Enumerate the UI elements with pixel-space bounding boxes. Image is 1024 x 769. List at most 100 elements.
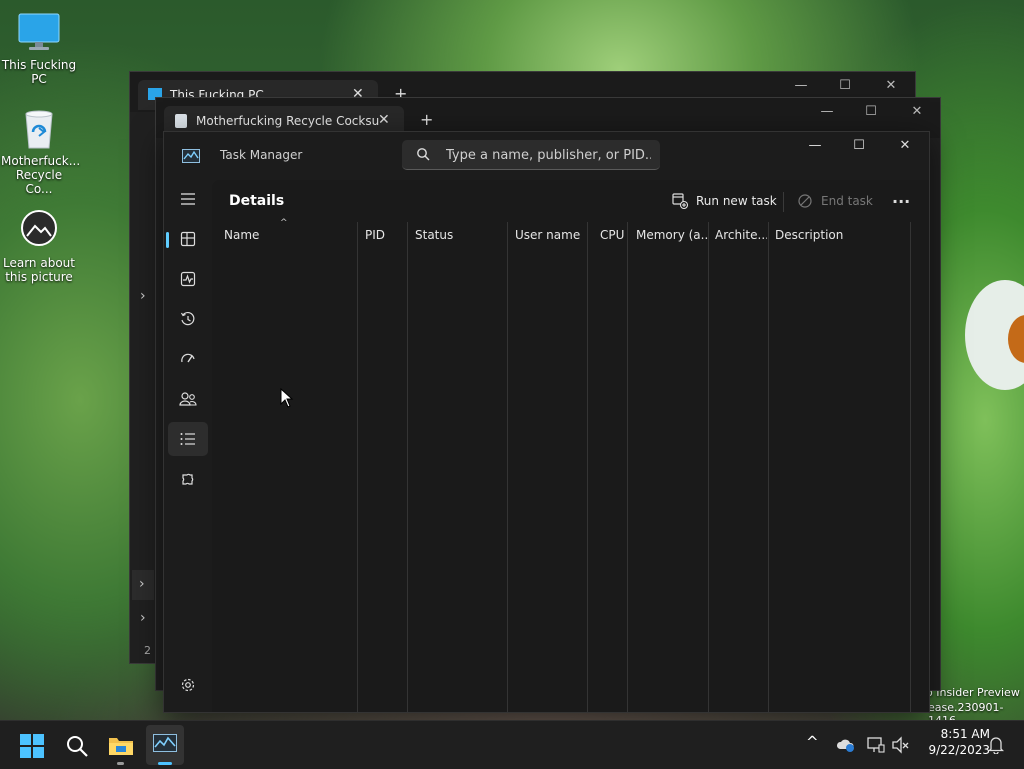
column-header-cpu[interactable]: CPU [600,228,624,242]
monitor-icon [17,10,61,54]
minimize-icon[interactable]: — [800,134,830,158]
clock-button[interactable]: 8:51 AM 9/22/2023 [916,727,990,757]
taskbar: ^ 8:51 AM 9/22/2023 [0,720,1024,769]
run-new-task-button[interactable]: Run new task [672,180,777,222]
start-button[interactable] [20,734,44,762]
volume-tray-button[interactable] [892,736,910,758]
services-icon [182,473,194,485]
task-manager-window[interactable]: Task Manager — ☐ ✕ [163,131,930,713]
recycle-bin-icon [17,106,61,150]
close-icon[interactable]: ✕ [876,74,906,98]
folder-icon [109,738,133,755]
toolbar-divider [783,192,784,212]
show-hidden-icons-button[interactable]: ^ [806,733,819,751]
more-options-button[interactable]: ··· [892,180,910,222]
chevron-right-icon: › [139,576,145,592]
page-title: Details [229,193,285,209]
column-header-status[interactable]: Status [415,228,453,242]
column-divider[interactable] [768,222,769,712]
close-icon[interactable]: ✕ [890,134,920,158]
notification-button[interactable] [987,736,1005,758]
nav-item-startup-apps[interactable] [168,342,208,376]
file-explorer-button[interactable] [108,733,134,765]
nav-item-settings[interactable] [168,668,208,702]
task-manager-app-icon [182,148,200,167]
close-icon[interactable]: ✕ [378,112,390,128]
hamburger-icon [181,193,195,205]
network-tray-button[interactable] [867,736,885,758]
learn-picture-icon [17,208,61,252]
column-divider[interactable] [708,222,709,712]
search-icon [416,146,430,165]
bell-icon [987,737,1005,755]
minimize-icon[interactable]: — [786,74,816,98]
clock-time: 8:51 AM [940,727,990,741]
desktop-icon-recycle-bin[interactable]: Motherfuck... Recycle Co... [1,106,81,196]
column-divider[interactable] [407,222,408,712]
new-tab-icon[interactable]: + [420,110,433,129]
users-icon [179,392,197,406]
nav-pane-item[interactable]: › [132,570,154,600]
onedrive-tray-button[interactable] [836,737,856,757]
column-header-memory[interactable]: Memory (a... [636,228,708,242]
end-task-icon [798,194,812,208]
maximize-icon[interactable]: ☐ [844,134,874,158]
run-new-task-icon [672,193,688,209]
column-header-name[interactable]: Name [224,228,259,242]
more-icon: ··· [892,191,911,211]
maximize-icon[interactable]: ☐ [830,74,860,98]
search-box[interactable] [402,140,660,170]
task-manager-taskbar-button[interactable] [146,725,184,765]
search-button[interactable] [65,734,89,762]
maximize-icon[interactable]: ☐ [856,100,886,124]
volume-muted-icon [892,736,909,754]
chevron-right-icon[interactable]: › [140,288,146,304]
nav-item-app-history[interactable] [168,302,208,336]
nav-item-details[interactable] [168,422,208,456]
column-header-user-name[interactable]: User name [515,228,580,242]
nav-item-performance[interactable] [168,262,208,296]
title-bar: Task Manager — ☐ ✕ [164,132,929,180]
desktop-icon-label: Motherfuck... Recycle Co... [1,154,81,196]
hamburger-menu-button[interactable] [168,182,208,216]
performance-icon [180,271,196,287]
windows-logo-icon [20,734,44,758]
running-indicator [117,762,124,765]
clock-date: 9/22/2023 [928,743,990,757]
desktop-icon-learn-picture[interactable]: Learn about this picture [1,208,77,284]
desktop-icon-label: This Fucking PC [1,58,77,86]
column-header-description[interactable]: Description [775,228,843,242]
search-icon [67,736,88,757]
minimize-icon[interactable]: — [812,100,842,124]
processes-icon [180,231,196,247]
column-header-pid[interactable]: PID [365,228,385,242]
nav-item-users[interactable] [168,382,208,416]
navigation-rail [164,180,212,712]
column-divider[interactable] [627,222,628,712]
nav-item-services[interactable] [168,462,208,496]
app-history-icon [180,311,195,326]
column-divider[interactable] [507,222,508,712]
column-divider[interactable] [587,222,588,712]
column-divider[interactable] [357,222,358,712]
chevron-right-icon[interactable]: › [140,610,146,626]
nav-item-processes[interactable] [166,222,208,256]
end-task-button[interactable]: End task [798,180,873,222]
app-title: Task Manager [220,148,303,162]
close-icon[interactable]: ✕ [902,100,932,124]
network-icon [867,737,885,753]
mouse-cursor-icon [280,388,294,408]
column-header-architecture[interactable]: Archite... [715,228,767,242]
search-input[interactable] [446,146,651,164]
active-indicator [158,762,172,765]
sort-ascending-icon: ^ [280,218,288,228]
nav-active-indicator [166,232,169,248]
details-page: Details Run new task End task ··· ^ Name… [212,180,929,712]
recycle-bin-icon [175,114,187,128]
column-divider[interactable] [910,222,911,712]
details-icon [180,433,195,445]
tab-title: Motherfucking Recycle Cocksu [196,114,380,128]
cloud-icon [836,739,854,752]
desktop-icon-this-pc[interactable]: This Fucking PC [1,10,77,86]
task-manager-icon [153,734,177,752]
